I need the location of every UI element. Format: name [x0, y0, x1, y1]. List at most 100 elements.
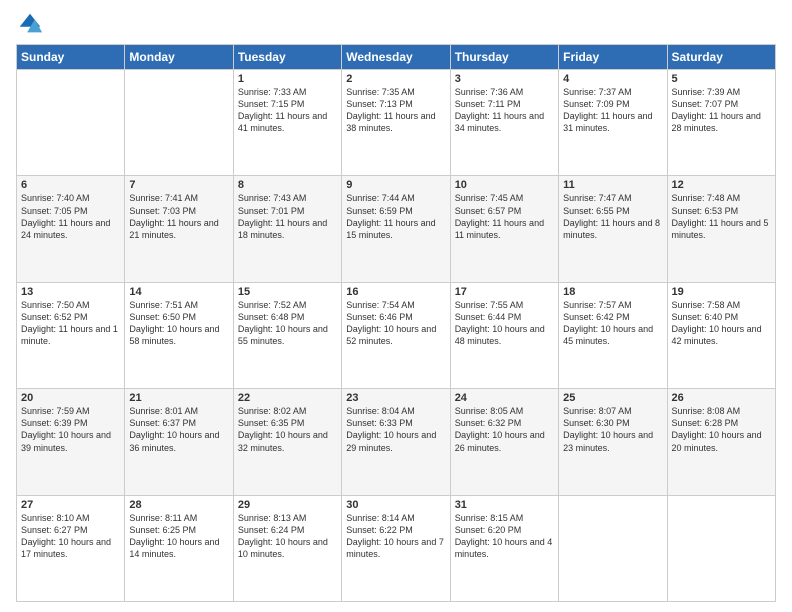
calendar-day-cell: 16Sunrise: 7:54 AM Sunset: 6:46 PM Dayli…: [342, 282, 450, 388]
calendar-day-cell: 1Sunrise: 7:33 AM Sunset: 7:15 PM Daylig…: [233, 70, 341, 176]
day-number: 19: [672, 286, 771, 298]
day-number: 26: [672, 392, 771, 404]
calendar-day-cell: 25Sunrise: 8:07 AM Sunset: 6:30 PM Dayli…: [559, 389, 667, 495]
day-info: Sunrise: 8:15 AM Sunset: 6:20 PM Dayligh…: [455, 512, 554, 561]
calendar-day-cell: 31Sunrise: 8:15 AM Sunset: 6:20 PM Dayli…: [450, 495, 558, 601]
calendar-day-cell: 21Sunrise: 8:01 AM Sunset: 6:37 PM Dayli…: [125, 389, 233, 495]
day-info: Sunrise: 7:37 AM Sunset: 7:09 PM Dayligh…: [563, 86, 662, 135]
calendar-day-cell: 9Sunrise: 7:44 AM Sunset: 6:59 PM Daylig…: [342, 176, 450, 282]
calendar-day-cell: 13Sunrise: 7:50 AM Sunset: 6:52 PM Dayli…: [17, 282, 125, 388]
day-info: Sunrise: 8:01 AM Sunset: 6:37 PM Dayligh…: [129, 405, 228, 454]
day-info: Sunrise: 8:04 AM Sunset: 6:33 PM Dayligh…: [346, 405, 445, 454]
calendar-day-cell: 10Sunrise: 7:45 AM Sunset: 6:57 PM Dayli…: [450, 176, 558, 282]
day-number: 9: [346, 179, 445, 191]
day-info: Sunrise: 8:07 AM Sunset: 6:30 PM Dayligh…: [563, 405, 662, 454]
calendar-day-cell: [125, 70, 233, 176]
day-info: Sunrise: 8:14 AM Sunset: 6:22 PM Dayligh…: [346, 512, 445, 561]
day-number: 18: [563, 286, 662, 298]
calendar-day-header: Thursday: [450, 45, 558, 70]
calendar-day-cell: 5Sunrise: 7:39 AM Sunset: 7:07 PM Daylig…: [667, 70, 775, 176]
day-info: Sunrise: 8:05 AM Sunset: 6:32 PM Dayligh…: [455, 405, 554, 454]
day-info: Sunrise: 7:48 AM Sunset: 6:53 PM Dayligh…: [672, 192, 771, 241]
day-number: 11: [563, 179, 662, 191]
day-number: 22: [238, 392, 337, 404]
day-number: 27: [21, 499, 120, 511]
day-number: 6: [21, 179, 120, 191]
day-number: 13: [21, 286, 120, 298]
calendar-day-cell: [559, 495, 667, 601]
calendar-week-row: 20Sunrise: 7:59 AM Sunset: 6:39 PM Dayli…: [17, 389, 776, 495]
day-number: 4: [563, 73, 662, 85]
calendar-week-row: 1Sunrise: 7:33 AM Sunset: 7:15 PM Daylig…: [17, 70, 776, 176]
day-info: Sunrise: 8:08 AM Sunset: 6:28 PM Dayligh…: [672, 405, 771, 454]
day-number: 24: [455, 392, 554, 404]
day-number: 25: [563, 392, 662, 404]
day-info: Sunrise: 7:35 AM Sunset: 7:13 PM Dayligh…: [346, 86, 445, 135]
calendar-day-cell: 2Sunrise: 7:35 AM Sunset: 7:13 PM Daylig…: [342, 70, 450, 176]
calendar-table: SundayMondayTuesdayWednesdayThursdayFrid…: [16, 44, 776, 602]
calendar-day-cell: 28Sunrise: 8:11 AM Sunset: 6:25 PM Dayli…: [125, 495, 233, 601]
calendar-week-row: 27Sunrise: 8:10 AM Sunset: 6:27 PM Dayli…: [17, 495, 776, 601]
day-info: Sunrise: 8:10 AM Sunset: 6:27 PM Dayligh…: [21, 512, 120, 561]
day-number: 14: [129, 286, 228, 298]
day-number: 17: [455, 286, 554, 298]
day-number: 16: [346, 286, 445, 298]
day-info: Sunrise: 7:57 AM Sunset: 6:42 PM Dayligh…: [563, 299, 662, 348]
day-info: Sunrise: 7:40 AM Sunset: 7:05 PM Dayligh…: [21, 192, 120, 241]
calendar-day-header: Friday: [559, 45, 667, 70]
day-number: 20: [21, 392, 120, 404]
calendar-day-cell: 8Sunrise: 7:43 AM Sunset: 7:01 PM Daylig…: [233, 176, 341, 282]
logo: [16, 10, 48, 38]
logo-icon: [16, 10, 44, 38]
day-info: Sunrise: 8:13 AM Sunset: 6:24 PM Dayligh…: [238, 512, 337, 561]
day-info: Sunrise: 7:43 AM Sunset: 7:01 PM Dayligh…: [238, 192, 337, 241]
page: SundayMondayTuesdayWednesdayThursdayFrid…: [0, 0, 792, 612]
calendar-day-cell: 17Sunrise: 7:55 AM Sunset: 6:44 PM Dayli…: [450, 282, 558, 388]
calendar-day-cell: 6Sunrise: 7:40 AM Sunset: 7:05 PM Daylig…: [17, 176, 125, 282]
calendar-day-header: Sunday: [17, 45, 125, 70]
calendar-day-header: Monday: [125, 45, 233, 70]
day-number: 1: [238, 73, 337, 85]
day-number: 2: [346, 73, 445, 85]
day-number: 23: [346, 392, 445, 404]
calendar-day-cell: 30Sunrise: 8:14 AM Sunset: 6:22 PM Dayli…: [342, 495, 450, 601]
day-number: 29: [238, 499, 337, 511]
calendar-week-row: 13Sunrise: 7:50 AM Sunset: 6:52 PM Dayli…: [17, 282, 776, 388]
header: [16, 10, 776, 38]
calendar-day-header: Tuesday: [233, 45, 341, 70]
day-info: Sunrise: 7:41 AM Sunset: 7:03 PM Dayligh…: [129, 192, 228, 241]
calendar-day-cell: 14Sunrise: 7:51 AM Sunset: 6:50 PM Dayli…: [125, 282, 233, 388]
calendar-day-header: Wednesday: [342, 45, 450, 70]
day-info: Sunrise: 8:02 AM Sunset: 6:35 PM Dayligh…: [238, 405, 337, 454]
calendar-week-row: 6Sunrise: 7:40 AM Sunset: 7:05 PM Daylig…: [17, 176, 776, 282]
calendar-day-cell: 12Sunrise: 7:48 AM Sunset: 6:53 PM Dayli…: [667, 176, 775, 282]
day-info: Sunrise: 7:58 AM Sunset: 6:40 PM Dayligh…: [672, 299, 771, 348]
day-number: 5: [672, 73, 771, 85]
day-number: 31: [455, 499, 554, 511]
calendar-day-cell: 11Sunrise: 7:47 AM Sunset: 6:55 PM Dayli…: [559, 176, 667, 282]
day-info: Sunrise: 7:47 AM Sunset: 6:55 PM Dayligh…: [563, 192, 662, 241]
calendar-day-cell: 24Sunrise: 8:05 AM Sunset: 6:32 PM Dayli…: [450, 389, 558, 495]
day-number: 12: [672, 179, 771, 191]
day-info: Sunrise: 7:52 AM Sunset: 6:48 PM Dayligh…: [238, 299, 337, 348]
day-number: 15: [238, 286, 337, 298]
calendar-day-cell: 18Sunrise: 7:57 AM Sunset: 6:42 PM Dayli…: [559, 282, 667, 388]
calendar-header-row: SundayMondayTuesdayWednesdayThursdayFrid…: [17, 45, 776, 70]
day-info: Sunrise: 7:36 AM Sunset: 7:11 PM Dayligh…: [455, 86, 554, 135]
day-info: Sunrise: 8:11 AM Sunset: 6:25 PM Dayligh…: [129, 512, 228, 561]
day-info: Sunrise: 7:45 AM Sunset: 6:57 PM Dayligh…: [455, 192, 554, 241]
day-number: 30: [346, 499, 445, 511]
calendar-day-cell: [17, 70, 125, 176]
day-number: 3: [455, 73, 554, 85]
calendar-day-cell: 23Sunrise: 8:04 AM Sunset: 6:33 PM Dayli…: [342, 389, 450, 495]
day-info: Sunrise: 7:55 AM Sunset: 6:44 PM Dayligh…: [455, 299, 554, 348]
calendar-day-header: Saturday: [667, 45, 775, 70]
calendar-day-cell: 29Sunrise: 8:13 AM Sunset: 6:24 PM Dayli…: [233, 495, 341, 601]
day-number: 8: [238, 179, 337, 191]
day-info: Sunrise: 7:50 AM Sunset: 6:52 PM Dayligh…: [21, 299, 120, 348]
day-info: Sunrise: 7:33 AM Sunset: 7:15 PM Dayligh…: [238, 86, 337, 135]
calendar-day-cell: 3Sunrise: 7:36 AM Sunset: 7:11 PM Daylig…: [450, 70, 558, 176]
day-info: Sunrise: 7:39 AM Sunset: 7:07 PM Dayligh…: [672, 86, 771, 135]
calendar-day-cell: [667, 495, 775, 601]
day-number: 7: [129, 179, 228, 191]
